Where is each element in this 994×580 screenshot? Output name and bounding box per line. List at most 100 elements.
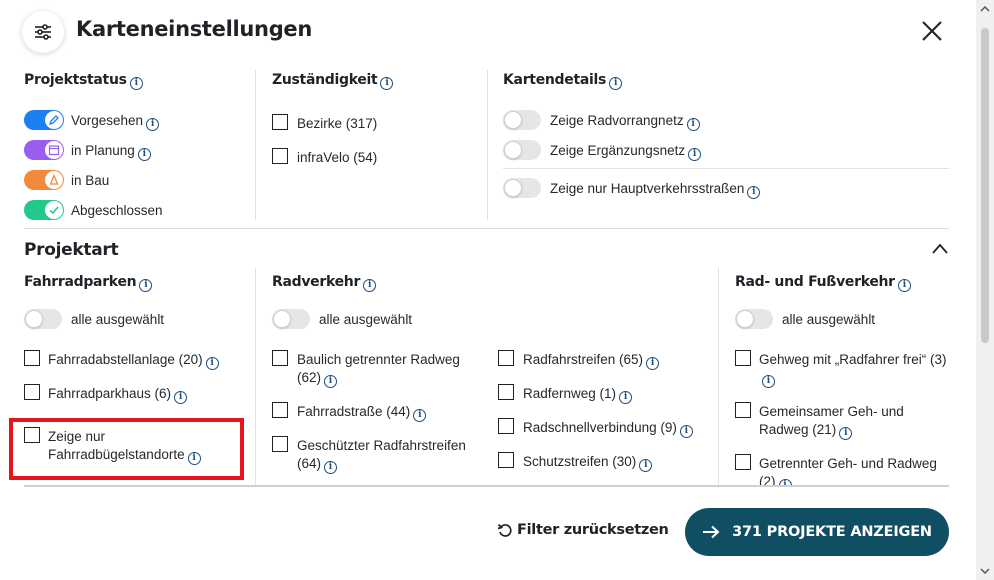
info-icon[interactable]: i xyxy=(646,357,660,370)
toggle-in-planung[interactable] xyxy=(24,140,64,160)
check-icon xyxy=(49,206,59,215)
zustaendigkeit-label: Zuständigkeit xyxy=(272,72,378,88)
section-heading-rad-fuss: Rad- und Fußverkehr i xyxy=(735,274,911,292)
arrow-right-icon xyxy=(703,525,720,539)
checkbox-label: Getrennter Geh- und Radweg (2) i xyxy=(759,455,951,485)
scrollbar[interactable] xyxy=(976,0,994,580)
checkbox-fahrradstrasse[interactable] xyxy=(272,402,288,418)
radverkehr-label: Radverkehr xyxy=(272,274,361,290)
toggle-in-bau[interactable] xyxy=(24,170,64,190)
divider xyxy=(255,70,256,220)
cone-icon xyxy=(49,174,59,185)
toggle-abgeschlossen[interactable] xyxy=(24,200,64,220)
section-heading-projektart: Projektart xyxy=(24,240,119,260)
section-heading-fahrradparken: Fahrradparken i xyxy=(24,274,153,292)
fahrradparken-label: Fahrradparken xyxy=(24,274,137,290)
checkbox-radfernweg[interactable] xyxy=(498,384,514,400)
checkbox-label: Radfahrstreifen (65) i xyxy=(523,352,660,370)
info-icon[interactable]: i xyxy=(324,375,338,388)
status-label: in Planung i xyxy=(71,143,151,161)
info-icon[interactable]: i xyxy=(129,77,143,90)
checkbox-label: Bezirke (317) xyxy=(297,116,378,131)
checkbox-baulich-getrennter-radweg[interactable] xyxy=(272,350,288,366)
status-label: Vorgesehen i xyxy=(71,113,160,131)
projektstatus-label: Projektstatus xyxy=(24,72,127,88)
kartendetails-label: Kartendetails xyxy=(503,72,607,88)
info-icon[interactable]: i xyxy=(639,459,653,472)
settings-icon-circle xyxy=(22,11,64,53)
checkbox-radschnellverbindung[interactable] xyxy=(498,418,514,434)
toggle-vorgesehen[interactable] xyxy=(24,110,64,130)
checkbox-label: infraVelo (54) xyxy=(297,150,378,165)
close-button[interactable] xyxy=(920,19,944,43)
info-icon[interactable]: i xyxy=(747,186,761,199)
info-icon[interactable]: i xyxy=(174,391,188,404)
checkbox-geschuetzter-radfahrstreifen[interactable] xyxy=(272,436,288,452)
section-heading-kartendetails: Kartendetails i xyxy=(503,72,623,90)
checkbox-label: Schutzstreifen (30) i xyxy=(523,454,653,472)
checkbox-infravelo[interactable] xyxy=(272,148,288,164)
checkbox-fahrradbuegelstandorte[interactable] xyxy=(24,427,40,443)
checkbox-label: Baulich getrennter Radweg (62) i xyxy=(297,352,460,388)
toggle-radvorrangnetz[interactable] xyxy=(503,110,541,130)
divider xyxy=(718,268,719,485)
info-icon[interactable]: i xyxy=(413,409,427,422)
show-projects-button[interactable]: 371 PROJEKTE ANZEIGEN xyxy=(685,508,949,556)
divider xyxy=(24,228,949,229)
section-heading-projektstatus: Projektstatus i xyxy=(24,72,143,90)
section-heading-zustaendigkeit: Zuständigkeit i xyxy=(272,72,394,90)
reset-filter-label: Filter zurücksetzen xyxy=(517,522,669,538)
info-icon[interactable]: i xyxy=(139,279,153,292)
checkbox-gehweg-radfahrer-frei[interactable] xyxy=(735,350,751,366)
checkbox-getrennter-geh-radweg[interactable] xyxy=(735,454,751,470)
info-icon[interactable]: i xyxy=(205,357,219,370)
info-icon[interactable]: i xyxy=(609,77,623,90)
info-icon[interactable]: i xyxy=(762,375,775,388)
info-icon[interactable]: i xyxy=(324,461,338,474)
collapse-button[interactable] xyxy=(930,240,950,258)
undo-icon xyxy=(497,523,512,537)
info-icon[interactable]: i xyxy=(897,279,911,292)
checkbox-label: Gemeinsamer Geh- und Radweg (21) i xyxy=(759,404,904,440)
info-icon[interactable]: i xyxy=(146,118,160,131)
pencil-icon xyxy=(48,115,59,126)
show-projects-label: 371 PROJEKTE ANZEIGEN xyxy=(732,524,932,540)
info-icon[interactable]: i xyxy=(686,118,700,131)
toggle-radverkehr-alle[interactable] xyxy=(272,309,310,329)
rad-fuss-label: Rad- und Fußverkehr xyxy=(735,274,895,290)
reset-filter-button[interactable]: Filter zurücksetzen xyxy=(497,522,669,538)
toggle-label: alle ausgewählt xyxy=(319,312,413,327)
checkbox-fahrradabstellanlage[interactable] xyxy=(24,350,40,366)
toggle-hauptverkehrsstrassen[interactable] xyxy=(503,178,541,198)
checkbox-bezirke[interactable] xyxy=(272,114,288,130)
info-icon[interactable]: i xyxy=(137,148,151,161)
scroll-up-icon[interactable] xyxy=(976,2,994,16)
toggle-ergaenzungsnetz[interactable] xyxy=(503,140,541,160)
checkbox-fahrradparkhaus[interactable] xyxy=(24,384,40,400)
toggle-label: Zeige nur Hauptverkehrsstraßen i xyxy=(550,181,761,199)
scrollbar-thumb[interactable] xyxy=(981,28,989,343)
sliders-icon xyxy=(35,24,51,40)
toggle-label: alle ausgewählt xyxy=(71,312,165,327)
checkbox-label: Radschnellverbindung (9) i xyxy=(523,420,693,438)
checkbox-label: Radfernweg (1) i xyxy=(523,386,633,404)
info-icon[interactable]: i xyxy=(688,148,702,161)
info-icon[interactable]: i xyxy=(187,452,201,465)
info-icon[interactable]: i xyxy=(839,427,853,440)
divider xyxy=(487,70,488,220)
checkbox-schutzstreifen[interactable] xyxy=(498,452,514,468)
calendar-icon xyxy=(48,145,60,156)
scroll-down-icon[interactable] xyxy=(976,564,994,578)
divider xyxy=(503,168,949,169)
toggle-fahrradparken-alle[interactable] xyxy=(24,309,62,329)
info-icon[interactable]: i xyxy=(619,391,633,404)
info-icon[interactable]: i xyxy=(679,425,693,438)
rad-fuss-list-clip: Gehweg mit „Radfahrer frei“ (3)i Gemeins… xyxy=(735,340,955,485)
checkbox-gemeinsamer-geh-radweg[interactable] xyxy=(735,402,751,418)
info-icon[interactable]: i xyxy=(363,279,377,292)
info-icon[interactable]: i xyxy=(380,77,394,90)
page-title: Karteneinstellungen xyxy=(76,17,313,41)
checkbox-radfahrstreifen[interactable] xyxy=(498,350,514,366)
toggle-rad-fuss-alle[interactable] xyxy=(735,309,773,329)
toggle-label: alle ausgewählt xyxy=(782,312,876,327)
